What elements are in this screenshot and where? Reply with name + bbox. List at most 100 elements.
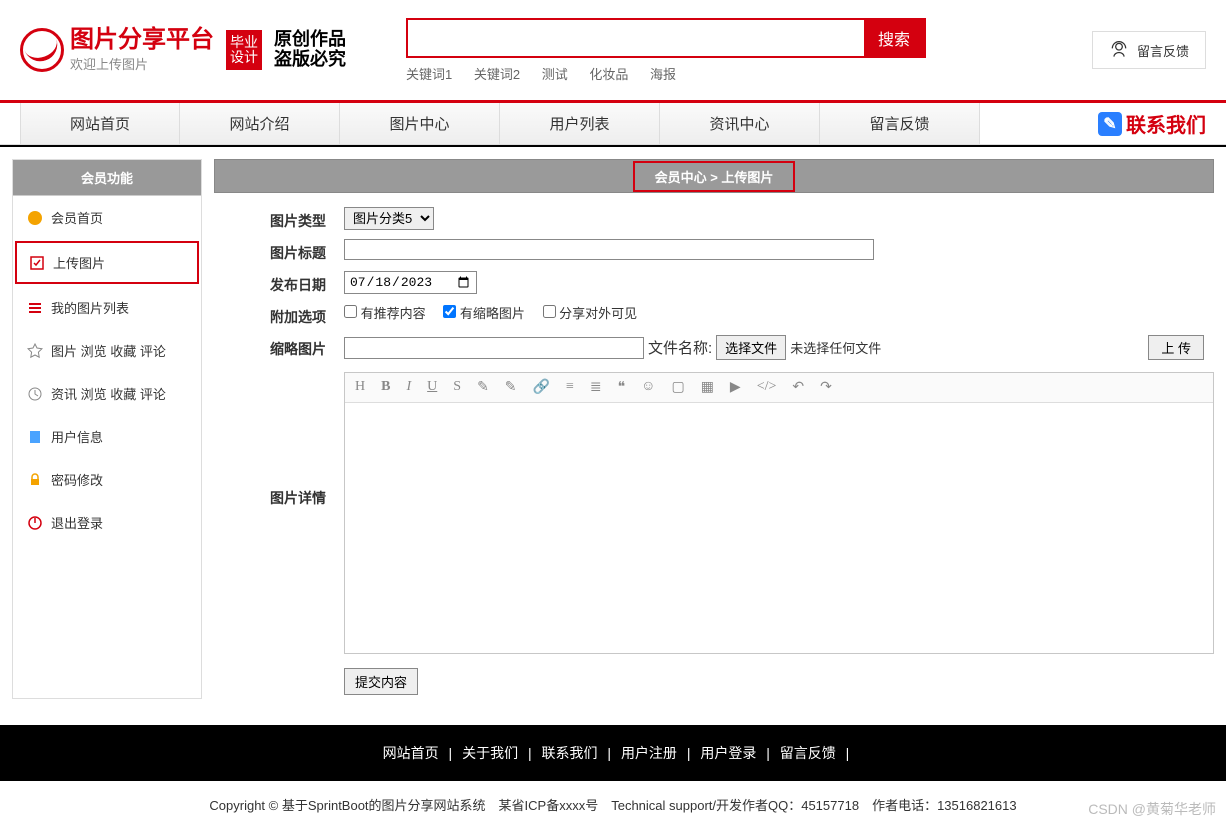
video-icon[interactable]: ▶ xyxy=(730,379,741,396)
nav-images[interactable]: 图片中心 xyxy=(340,103,500,144)
search-input[interactable] xyxy=(408,20,864,56)
nav-feedback[interactable]: 留言反馈 xyxy=(820,103,980,144)
feedback-button[interactable]: 留言反馈 xyxy=(1092,31,1206,69)
editor-body[interactable] xyxy=(345,403,1213,653)
breadcrumb: 会员中心 > 上传图片 xyxy=(214,159,1214,193)
sidebar-item-upload[interactable]: 上传图片 xyxy=(15,241,199,284)
logo-icon xyxy=(20,28,64,72)
editor-toolbar: H B I U S ✎ ✎ 🔗 ≡ ≣ ❝ ☺ ▢ xyxy=(345,373,1213,403)
welcome-text: 欢迎上传图片 xyxy=(70,54,214,73)
input-thumbnail-path[interactable] xyxy=(344,337,644,359)
eraser-icon[interactable]: ✎ xyxy=(477,379,489,396)
sidebar: 会员功能 会员首页 上传图片 我的图片列表 图片 浏览 收藏 评论 资讯 浏览 … xyxy=(12,159,202,699)
nav-home[interactable]: 网站首页 xyxy=(20,103,180,144)
footer-link[interactable]: 用户登录 xyxy=(700,745,756,761)
footer-link[interactable]: 留言反馈 xyxy=(780,745,836,761)
code-icon[interactable]: </> xyxy=(757,379,777,396)
chk-label: 分享对外可见 xyxy=(559,306,637,321)
italic-icon[interactable]: I xyxy=(406,379,411,396)
underline-icon[interactable]: U xyxy=(427,379,437,396)
keyword-link[interactable]: 测试 xyxy=(542,67,568,82)
sidebar-item-home[interactable]: 会员首页 xyxy=(13,196,201,239)
logo-block[interactable]: 图片分享平台 欢迎上传图片 毕业设计 原创作品 盗版必究 xyxy=(20,27,346,72)
home-icon xyxy=(27,210,43,226)
image-icon[interactable]: ▢ xyxy=(671,379,684,396)
main-nav: 网站首页 网站介绍 图片中心 用户列表 资讯中心 留言反馈 xyxy=(20,103,1098,144)
align-icon[interactable]: ≣ xyxy=(590,379,602,396)
file-name-label: 文件名称: xyxy=(648,337,712,358)
input-title[interactable] xyxy=(344,239,874,260)
sidebar-item-image-stats[interactable]: 图片 浏览 收藏 评论 xyxy=(13,329,201,372)
label-date: 发布日期 xyxy=(214,271,344,295)
upload-button[interactable]: 上 传 xyxy=(1148,335,1204,360)
sidebar-item-password[interactable]: 密码修改 xyxy=(13,458,201,501)
footer-link[interactable]: 联系我们 xyxy=(542,745,598,761)
select-type[interactable]: 图片分类5 xyxy=(344,207,434,230)
pencil-icon: ✎ xyxy=(1098,112,1122,136)
calligraphy-text: 原创作品 盗版必究 xyxy=(274,30,346,70)
sidebar-item-label: 会员首页 xyxy=(51,208,103,227)
sidebar-item-mylist[interactable]: 我的图片列表 xyxy=(13,286,201,329)
keyword-link[interactable]: 化妆品 xyxy=(589,67,628,82)
undo-icon[interactable]: ↶ xyxy=(792,379,804,396)
csdn-watermark: CSDN @黄菊华老师 xyxy=(1088,799,1216,819)
input-date[interactable] xyxy=(344,271,477,294)
clock-icon xyxy=(27,386,43,402)
headset-icon xyxy=(1109,40,1129,60)
footer-link[interactable]: 用户注册 xyxy=(621,745,677,761)
copyright: Copyright © 基于SprintBoot的图片分享网站系统 某省ICP备… xyxy=(0,781,1226,828)
submit-button[interactable]: 提交内容 xyxy=(344,668,418,695)
sidebar-item-news-stats[interactable]: 资讯 浏览 收藏 评论 xyxy=(13,372,201,415)
redo-icon[interactable]: ↷ xyxy=(820,379,832,396)
user-icon xyxy=(27,429,43,445)
chk-label: 有推荐内容 xyxy=(361,306,426,321)
nav-news[interactable]: 资讯中心 xyxy=(660,103,820,144)
label-detail: 图片详情 xyxy=(214,368,344,654)
list-icon xyxy=(27,300,43,316)
breadcrumb-text: 会员中心 > 上传图片 xyxy=(633,161,796,192)
keyword-link[interactable]: 海报 xyxy=(650,67,676,82)
chk-thumbnail[interactable] xyxy=(443,305,456,318)
keyword-link[interactable]: 关键词1 xyxy=(406,67,452,82)
link-icon[interactable]: 🔗 xyxy=(533,379,550,396)
label-extra: 附加选项 xyxy=(214,303,344,327)
search-bar: 搜索 xyxy=(406,18,926,58)
sidebar-item-label: 用户信息 xyxy=(51,427,103,446)
quote-icon[interactable]: ❝ xyxy=(618,379,626,396)
sidebar-item-label: 资讯 浏览 收藏 评论 xyxy=(51,384,166,403)
sidebar-item-label: 图片 浏览 收藏 评论 xyxy=(51,341,166,360)
upload-icon xyxy=(29,255,45,271)
label-type: 图片类型 xyxy=(214,207,344,231)
sidebar-item-label: 退出登录 xyxy=(51,513,103,532)
footer-nav: 网站首页 | 关于我们 | 联系我们 | 用户注册 | 用户登录 | 留言反馈 … xyxy=(0,725,1226,781)
chk-recommend[interactable] xyxy=(344,305,357,318)
list-icon[interactable]: ≡ xyxy=(566,379,574,396)
sidebar-title: 会员功能 xyxy=(13,160,201,196)
strike-icon[interactable]: S xyxy=(453,379,461,396)
emoji-icon[interactable]: ☺ xyxy=(641,379,655,396)
contact-us-link[interactable]: ✎ 联系我们 xyxy=(1098,103,1206,144)
bold-icon[interactable]: B xyxy=(381,379,390,396)
footer-link[interactable]: 关于我们 xyxy=(462,745,518,761)
nav-about[interactable]: 网站介绍 xyxy=(180,103,340,144)
nav-users[interactable]: 用户列表 xyxy=(500,103,660,144)
color-icon[interactable]: ✎ xyxy=(505,379,517,396)
heading-icon[interactable]: H xyxy=(355,379,365,396)
chk-label: 有缩略图片 xyxy=(460,306,525,321)
sidebar-item-label: 上传图片 xyxy=(53,253,105,272)
power-icon xyxy=(27,515,43,531)
star-icon xyxy=(27,343,43,359)
chk-public[interactable] xyxy=(543,305,556,318)
footer-link[interactable]: 网站首页 xyxy=(383,745,439,761)
sidebar-item-label: 密码修改 xyxy=(51,470,103,489)
keyword-link[interactable]: 关键词2 xyxy=(474,67,520,82)
table-icon[interactable]: ▦ xyxy=(701,379,714,396)
choose-file-button[interactable]: 选择文件 xyxy=(716,335,786,360)
rich-text-editor: H B I U S ✎ ✎ 🔗 ≡ ≣ ❝ ☺ ▢ xyxy=(344,372,1214,654)
sidebar-item-logout[interactable]: 退出登录 xyxy=(13,501,201,544)
label-thumb: 缩略图片 xyxy=(214,335,344,360)
file-status: 未选择任何文件 xyxy=(790,338,881,357)
site-title: 图片分享平台 xyxy=(70,27,214,53)
search-button[interactable]: 搜索 xyxy=(864,20,924,56)
sidebar-item-userinfo[interactable]: 用户信息 xyxy=(13,415,201,458)
